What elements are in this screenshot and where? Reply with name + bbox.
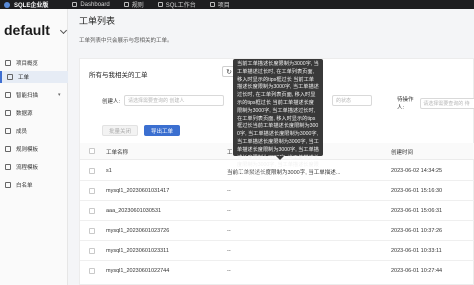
ticket-description: -- — [227, 228, 231, 234]
column-header-description[interactable]: 工 — [227, 148, 233, 156]
nav-project-label: 项目 — [217, 3, 230, 9]
chevron-down-icon: ▾ — [58, 92, 61, 98]
chevron-down-icon[interactable] — [59, 26, 68, 35]
sidebar-item-label: 白名单 — [16, 183, 33, 189]
sidebar-item-label: 成员 — [16, 129, 28, 135]
brand-name: SQLE企业版 — [14, 3, 49, 9]
filter-status: 的状态 — [332, 95, 372, 106]
select-all-checkbox[interactable] — [89, 148, 95, 154]
scan-icon — [5, 92, 11, 98]
table-row[interactable]: mysql1_20230601023311 -- 2023-06-01 10:3… — [80, 242, 474, 261]
table-row[interactable]: mysql1_20230601022744 -- 2023-06-01 10:2… — [80, 262, 474, 281]
filter-assignee: 待操作人: 请选择需要查询的 待 — [397, 95, 474, 111]
whitelist-icon — [5, 182, 11, 188]
dashboard-icon — [72, 2, 78, 7]
workbench-icon — [157, 2, 163, 7]
table-row[interactable]: mysql1_20230601023726 -- 2023-06-01 10:3… — [80, 222, 474, 241]
ticket-name-link[interactable]: mysql1_20230601023726 — [106, 228, 169, 234]
sidebar-item-members[interactable]: 成员 — [0, 125, 68, 137]
project-selector[interactable]: default — [4, 22, 50, 38]
column-header-created[interactable]: 创建时间 — [391, 148, 413, 156]
status-select[interactable]: 的状态 — [332, 95, 372, 106]
sidebar-item-rule-template[interactable]: 规则模板 — [0, 143, 68, 155]
workflow-icon — [5, 164, 11, 170]
page-description: 工单列表中只会展示与您相关的工单。 — [79, 38, 173, 44]
nav-rules[interactable]: 规则 — [123, 0, 144, 9]
top-bar: SQLE企业版 Dashboard 规则 SQL工作台 项目 — [0, 0, 474, 9]
table-row[interactable]: aaa_20230601030531 -- 2023-06-01 15:06:3… — [80, 202, 474, 221]
ticket-description: -- — [227, 188, 231, 194]
assignee-select[interactable]: 请选择需要查询的 待 — [420, 97, 474, 109]
brand[interactable]: SQLE企业版 — [4, 0, 48, 9]
row-checkbox[interactable] — [89, 268, 95, 274]
sidebar-item-label: 工单 — [18, 75, 30, 81]
sidebar-item-label: 智能扫描 — [16, 93, 39, 99]
card-title: 所有与我相关的工单 — [89, 72, 148, 79]
sidebar: default 项目概览 工单 智能扫描 ▾ 数据源 成员 规则模板 流程模板 … — [0, 9, 68, 285]
ticket-name-link[interactable]: s1 — [106, 168, 112, 174]
row-checkbox[interactable] — [89, 188, 95, 194]
ticket-description: -- — [227, 248, 231, 254]
creator-select[interactable]: 请选择需要查询的 创建人 — [124, 95, 225, 106]
template-icon — [5, 146, 11, 152]
sidebar-item-label: 流程模板 — [16, 165, 39, 171]
nav-sql-workbench-label: SQL工作台 — [165, 3, 196, 9]
ticket-name-link[interactable]: aaa_20230601030531 — [106, 208, 161, 214]
overview-icon — [5, 60, 11, 66]
datasource-icon — [5, 110, 11, 116]
member-icon — [5, 128, 11, 134]
page-title: 工单列表 — [79, 16, 116, 26]
export-button[interactable]: 导出工单 — [144, 125, 180, 136]
nav-rules-label: 规则 — [131, 3, 144, 9]
nav-project[interactable]: 项目 — [209, 0, 230, 9]
created-time: 2023-06-02 14:34:25 — [391, 168, 443, 174]
ticket-name-link[interactable]: mysql1_20230601023311 — [106, 248, 169, 254]
created-time: 2023-06-01 10:33:11 — [391, 248, 442, 254]
created-time: 2023-06-01 10:37:26 — [391, 228, 443, 234]
batch-close-button[interactable]: 批量关闭 — [102, 125, 138, 136]
sidebar-item-whitelist[interactable]: 白名单 — [0, 179, 68, 191]
nav-dashboard[interactable]: Dashboard — [72, 1, 110, 8]
description-tooltip: 当前工单描述长度限制为3000字, 当工单描述过长时, 在工单列表页面, 移入时… — [233, 59, 323, 176]
ticket-name-link[interactable]: mysql1_20230601022744 — [106, 268, 169, 274]
sidebar-item-tickets[interactable]: 工单 — [0, 71, 68, 83]
row-checkbox[interactable] — [89, 168, 95, 174]
created-time: 2023-06-01 15:06:31 — [391, 208, 443, 214]
row-checkbox[interactable] — [89, 248, 95, 254]
sidebar-item-label: 数据源 — [16, 111, 33, 117]
sidebar-item-datasource[interactable]: 数据源 — [0, 107, 68, 119]
created-time: 2023-06-01 10:27:44 — [391, 268, 443, 274]
created-time: 2023-06-01 15:16:30 — [391, 188, 443, 194]
sidebar-item-overview[interactable]: 项目概览 — [0, 57, 68, 69]
sidebar-item-label: 规则模板 — [16, 147, 39, 153]
row-checkbox[interactable] — [89, 228, 95, 234]
sidebar-item-workflow-template[interactable]: 流程模板 — [0, 161, 68, 173]
sidebar-item-smart-scan[interactable]: 智能扫描 ▾ — [0, 89, 68, 101]
table-row[interactable]: mysql1_20230601031417 -- 2023-06-01 15:1… — [80, 182, 474, 201]
refresh-icon: ↻ — [226, 68, 232, 76]
ticket-icon — [7, 74, 13, 80]
filter-creator: 创建人: 请选择需要查询的 创建人 — [102, 95, 225, 106]
filter-creator-label: 创建人: — [102, 98, 121, 105]
filter-assignee-label: 待操作人: — [397, 97, 414, 111]
column-header-name[interactable]: 工单名称 — [106, 148, 128, 156]
ticket-description: -- — [227, 208, 231, 214]
sidebar-item-label: 项目概览 — [16, 61, 39, 67]
ticket-name-link[interactable]: mysql1_20230601031417 — [106, 188, 169, 194]
nav-dashboard-label: Dashboard — [80, 1, 110, 8]
tooltip-arrow — [276, 156, 284, 160]
ticket-description: -- — [227, 268, 231, 274]
row-checkbox[interactable] — [89, 208, 95, 214]
nav-sql-workbench[interactable]: SQL工作台 — [157, 0, 196, 9]
project-icon — [209, 2, 215, 7]
rules-icon — [123, 2, 129, 7]
brand-logo-icon — [4, 1, 10, 8]
